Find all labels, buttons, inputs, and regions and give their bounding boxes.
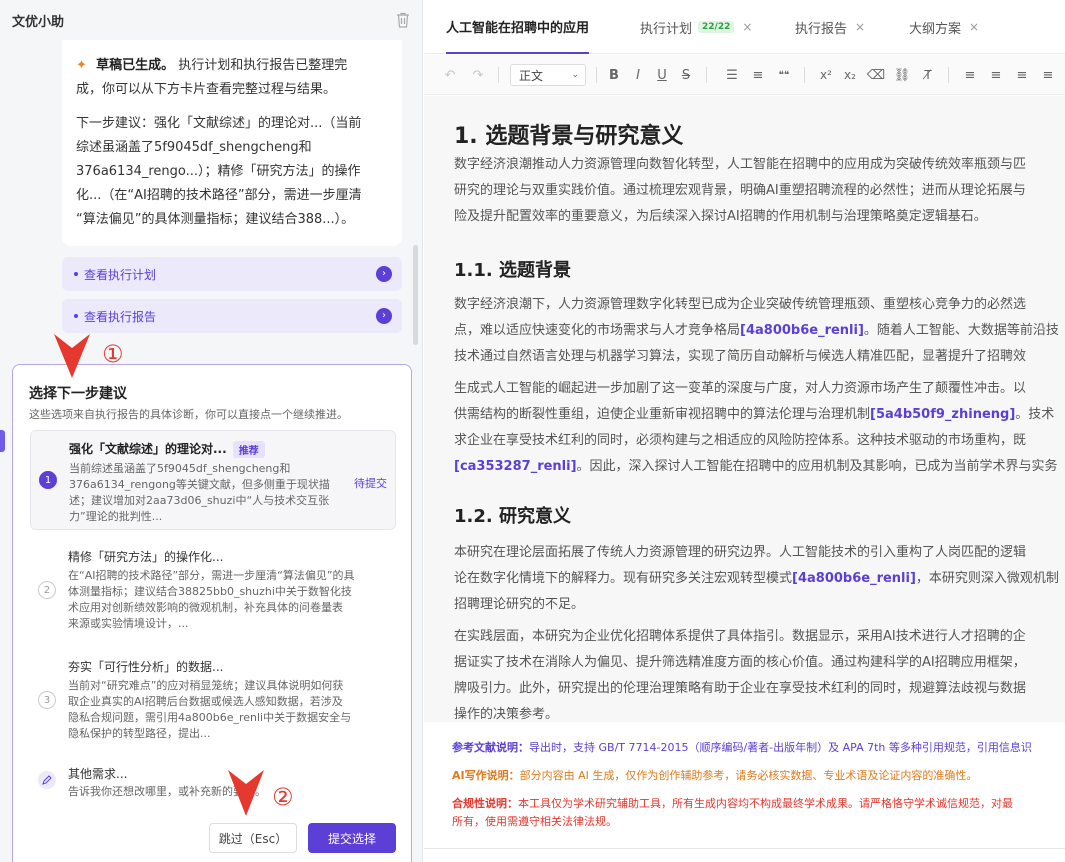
message-summary: ✦ 草稿已生成。 执行计划和执行报告已整理完 成，你可以从下方卡片查看完整过程与… [76, 54, 388, 102]
progress-count-badge: 22/22 [698, 21, 735, 33]
heading-1: 1. 选题背景与研究意义 [454, 124, 684, 149]
quote-icon[interactable]: ❝❝ [774, 65, 794, 85]
suggestion-option-1[interactable]: 1 强化「文献综述」的理论对... 推荐 当前综述虽涵盖了5f9045df_she… [30, 430, 396, 530]
chevron-right-icon: › [376, 308, 392, 324]
annotation-number-1: ① [102, 340, 124, 368]
subscript-icon[interactable]: x₂ [840, 65, 860, 85]
option-title: 夯实「可行性分析」的数据... [68, 660, 224, 674]
redo-icon[interactable]: ↷ [468, 65, 488, 85]
suggestion-option-other[interactable]: 其他需求... 告诉我你还想改哪里，或补充新的要求。 [30, 761, 396, 805]
clear-format-icon[interactable]: T̸ [918, 65, 938, 85]
paragraph-significance-1: 本研究在理论层面拓展了传统人力资源管理的研究边界。人工智能技术的引入重构了人岗匹… [454, 545, 1059, 612]
annotation-number-2: ② [272, 783, 294, 811]
reference-note: 参考文献说明：导出时，支持 GB/T 7714-2015（顺序编码/著者-出版年… [452, 741, 1032, 754]
paragraph-background-2: 生成式人工智能的崛起进一步加剧了这一变革的深度与广度，对人力资源市场产生了颠覆性… [454, 381, 1058, 474]
assistant-header: 文优小助 [12, 10, 410, 30]
assistant-title: 文优小助 [12, 14, 65, 30]
pending-status: 待提交 [354, 477, 387, 490]
ai-writing-note: AI写作说明：部分内容由 AI 生成，仅作为创作辅助参考，请务必核实数据、专业术… [452, 769, 978, 782]
trash-icon[interactable] [396, 12, 410, 28]
suggestions-desc: 这些选项来自执行报告的具体诊断，你可以直接点一个继续推进。 [29, 408, 348, 421]
bullet-dot [74, 314, 78, 318]
suggestion-option-3[interactable]: 3 夯实「可行性分析」的数据... 当前对“研究难点”的应对稍显笼统；建议具体说… [30, 651, 396, 751]
close-icon[interactable]: × [742, 20, 752, 34]
undo-icon[interactable]: ↶ [440, 65, 460, 85]
tab-bar: 人工智能在招聘中的应用 执行计划 22/22 × 执行报告 × 大纲方案 × [424, 0, 1065, 54]
message-next-steps: 下一步建议：强化「文献综述」的理论对...（当前 综述虽涵盖了5f9045df_… [76, 116, 362, 227]
link-icon[interactable]: ⛓ [892, 65, 912, 85]
skip-button[interactable]: 跳过（Esc） [209, 823, 297, 853]
option-desc: 在“AI招聘的技术路径”部分，需进一步厘清“算法偏见”的具 体测量指标；建议结合… [68, 569, 355, 630]
editor-toolbar: ↶ ↷ 正文 ⌄ B I U S ☰ ≡ ❝❝ x² x₂ ⌫ ⛓ T̸ ≡ ≡… [424, 55, 1065, 95]
tab-execution-plan[interactable]: 执行计划 22/22 × [640, 0, 752, 54]
view-plan-link[interactable]: 查看执行计划 › [62, 257, 402, 291]
chevron-down-icon: ⌄ [571, 70, 579, 80]
strikethrough-icon[interactable]: S [676, 65, 696, 85]
annotation-arrow-1 [54, 334, 90, 378]
option-title: 其他需求... [68, 767, 128, 781]
collapse-handle[interactable] [0, 430, 5, 452]
option-number: 3 [38, 691, 56, 709]
option-title: 强化「文献综述」的理论对... 推荐 [69, 440, 265, 458]
paragraph-significance-2: 在实践层面，本研究为企业优化招聘体系提供了具体指引。数据显示，采用AI技术进行人… [454, 629, 1027, 722]
italic-icon[interactable]: I [628, 65, 648, 85]
heading-1-2: 1.2. 研究意义 [454, 506, 571, 527]
tab-outline[interactable]: 大纲方案 × [909, 0, 979, 54]
bold-icon[interactable]: B [604, 65, 624, 85]
submit-button[interactable]: 提交选择 [308, 823, 396, 853]
paragraph-style-select[interactable]: 正文 ⌄ [510, 64, 586, 86]
citation-link[interactable]: [4a800b6e_renli] [792, 571, 916, 586]
chat-scrollbar[interactable] [413, 245, 418, 345]
disclaimer-notes: 参考文献说明：导出时，支持 GB/T 7714-2015（顺序编码/著者-出版年… [424, 722, 1065, 846]
heading-1-1: 1.1. 选题背景 [454, 260, 571, 281]
editor-panel: 人工智能在招聘中的应用 执行计划 22/22 × 执行报告 × 大纲方案 × ↶… [424, 0, 1065, 862]
option-number: 1 [39, 471, 57, 489]
annotation-arrow-2 [228, 770, 264, 816]
option-title: 精修「研究方法」的操作化... [68, 550, 224, 564]
document-body[interactable]: 1. 选题背景与研究意义 数字经济浪潮推动人力资源管理向数智化转型，人工智能在招… [424, 96, 1065, 722]
option-number: 2 [38, 581, 56, 599]
numbered-list-icon[interactable]: ≡ [748, 65, 768, 85]
pencil-icon [38, 771, 56, 789]
paragraph-background-1: 数字经济浪潮下，人力资源管理数字化转型已成为企业突破传统管理瓶颈、重塑核心竞争力… [454, 297, 1059, 364]
paragraph-intro: 数字经济浪潮推动人力资源管理向数智化转型，人工智能在招聘中的应用成为突破传统效率… [454, 157, 1027, 224]
citation-link[interactable]: [5a4b50f9_zhineng] [870, 407, 1015, 422]
underline-icon[interactable]: U [652, 65, 672, 85]
assistant-message: ✦ 草稿已生成。 执行计划和执行报告已整理完 成，你可以从下方卡片查看完整过程与… [62, 40, 402, 246]
suggestion-option-2[interactable]: 2 精修「研究方法」的操作化... 在“AI招聘的技术路径”部分，需进一步厘清“… [30, 541, 396, 641]
message-headline: 草稿已生成。 [96, 58, 175, 73]
option-desc: 当前对“研究难点”的应对稍显笼统；建议具体说明如何获 取企业真实的AI招聘后台数… [68, 679, 352, 740]
superscript-icon[interactable]: x² [816, 65, 836, 85]
chevron-right-icon: › [376, 266, 392, 282]
bullet-list-icon[interactable]: ☰ [722, 65, 742, 85]
option-desc: 当前综述虽涵盖了5f9045df_shengcheng和 376a6134_re… [69, 462, 330, 523]
citation-link[interactable]: [4a800b6e_renli] [740, 323, 864, 338]
bullet-dot [74, 272, 78, 276]
align-center-icon[interactable]: ≡ [986, 65, 1006, 85]
eraser-icon[interactable]: ⌫ [866, 65, 886, 85]
align-left-icon[interactable]: ≡ [960, 65, 980, 85]
tab-execution-report[interactable]: 执行报告 × [795, 0, 865, 54]
party-popper-icon: ✦ [76, 58, 87, 73]
recommended-badge: 推荐 [232, 441, 265, 458]
compliance-note: 合规性说明：本工具仅为学术研究辅助工具，所有生成内容均不构成最终学术成果。请严格… [452, 797, 1013, 828]
justify-icon[interactable]: ≡ [1038, 65, 1058, 85]
tab-document[interactable]: 人工智能在招聘中的应用 [446, 0, 590, 54]
suggestions-title: 选择下一步建议 [29, 386, 127, 402]
view-report-link[interactable]: 查看执行报告 › [62, 299, 402, 333]
close-icon[interactable]: × [855, 20, 865, 34]
next-step-suggestions: 选择下一步建议 这些选项来自执行报告的具体诊断，你可以直接点一个继续推进。 1 … [12, 364, 412, 862]
align-right-icon[interactable]: ≡ [1012, 65, 1032, 85]
assistant-panel: 文优小助 ✦ 草稿已生成。 执行计划和执行报告已整理完 成，你可以从下方卡片查看… [0, 0, 423, 862]
close-icon[interactable]: × [969, 20, 979, 34]
citation-link[interactable]: [ca353287_renli] [454, 459, 577, 474]
divider [424, 848, 1065, 849]
